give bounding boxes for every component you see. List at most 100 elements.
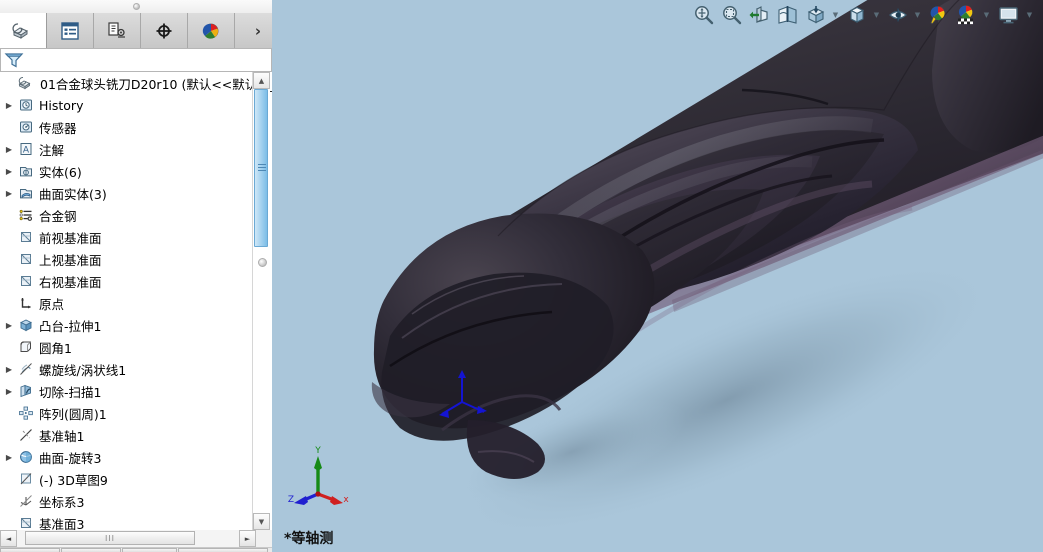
scene-dropdown-arrow-icon[interactable]: ▼ (981, 11, 992, 19)
scroll-up-button[interactable]: ▲ (253, 72, 270, 89)
tree-root-part[interactable]: ▶ 01合金球头铣刀D20r10 (默认<<默认>_显 (0, 72, 272, 94)
splitter-grip-icon[interactable] (133, 3, 140, 10)
tree-item-label: History (39, 97, 84, 113)
section-view-button[interactable] (774, 4, 802, 26)
scroll-right-button[interactable]: ► (239, 530, 256, 547)
tab-feature-manager[interactable] (0, 13, 47, 48)
graphics-viewport[interactable]: ▼ ▼ ▼ ▼ ▼ Y x Z *等轴测 (272, 0, 1043, 552)
axis-icon (16, 427, 36, 443)
plane-icon (16, 515, 36, 530)
tree-item-surface-bodies[interactable]: ▶ 曲面实体(3) (0, 182, 252, 204)
tree-item-label: 阵列(圆周)1 (39, 406, 107, 422)
circular-pattern-icon (16, 405, 36, 421)
scroll-thumb[interactable] (254, 89, 268, 247)
tree-item-label: 切除-扫描1 (39, 384, 102, 400)
tree-item-label: 凸台-拉伸1 (39, 318, 102, 334)
apply-scene-button[interactable] (953, 4, 981, 26)
panel-side-splitter-grip[interactable] (258, 258, 267, 267)
tree-item-boss-extrude1[interactable]: ▶ 凸台-拉伸1 (0, 314, 252, 336)
tree-item-history[interactable]: ▶ History (0, 94, 252, 116)
expand-arrow[interactable]: ▶ (2, 321, 16, 330)
tree-item-coordinate-system3[interactable]: ▶ 坐标系3 (0, 490, 252, 512)
feature-manager-panel: › ▶ (0, 0, 272, 552)
view-orientation-button[interactable] (802, 4, 830, 26)
zoom-to-area-button[interactable] (718, 4, 746, 26)
tree-item-solid-bodies[interactable]: ▶ 实体(6) (0, 160, 252, 182)
configuration-icon (108, 21, 125, 38)
display-style-dropdown-arrow-icon[interactable]: ▼ (871, 11, 882, 19)
tree-item-label: 基准轴1 (39, 428, 85, 444)
zoom-to-fit-icon (695, 6, 714, 25)
panel-top-splitter[interactable] (0, 0, 272, 14)
expand-arrow[interactable]: ▶ (2, 365, 16, 374)
tree-item-right-plane[interactable]: ▶ 右视基准面 (0, 270, 252, 292)
tab-dimxpert-manager[interactable] (141, 13, 188, 48)
document-tab[interactable] (178, 548, 268, 552)
tree-item-top-plane[interactable]: ▶ 上视基准面 (0, 248, 252, 270)
scroll-thumb-grip-icon (258, 164, 266, 172)
tree-item-helix-spiral1[interactable]: ▶ 螺旋线/涡状线1 (0, 358, 252, 380)
feature-filter-bar[interactable] (0, 48, 272, 72)
tree-item-material[interactable]: ▶ 合金钢 (0, 204, 252, 226)
view-settings-display-button[interactable] (994, 4, 1024, 26)
tree-item-sensors[interactable]: ▶ 传感器 (0, 116, 252, 138)
hide-show-items-button[interactable] (884, 4, 912, 26)
tree-horizontal-scrollbar[interactable]: ◄ III ► (0, 530, 256, 547)
coordinate-system-icon (16, 493, 36, 509)
tree-item-annotations[interactable]: ▶ A 注解 (0, 138, 252, 160)
zoom-to-fit-button[interactable] (690, 4, 718, 26)
expand-arrow[interactable]: ▶ (2, 453, 16, 462)
tab-display-manager[interactable] (188, 13, 235, 48)
document-tab[interactable] (61, 548, 121, 552)
svg-text:A: A (23, 146, 30, 156)
zoom-to-area-icon (723, 6, 742, 25)
display-color-ball-icon (202, 23, 219, 39)
viewport-dropdown-arrow-icon[interactable]: ▼ (1024, 11, 1035, 19)
expand-arrow[interactable]: ▶ (2, 101, 16, 110)
expand-arrow[interactable]: ▶ (2, 189, 16, 198)
tree-item-cut-sweep1[interactable]: ▶ 切除-扫描1 (0, 380, 252, 402)
tree-item-axis1[interactable]: ▶ 基准轴1 (0, 424, 252, 446)
helix-spiral-icon (16, 361, 36, 377)
tree-item-label: 传感器 (39, 120, 77, 136)
tree-vertical-scrollbar[interactable]: ▲ ▼ (252, 72, 270, 530)
expand-arrow[interactable]: ▶ (2, 145, 16, 154)
scroll-down-button[interactable]: ▼ (253, 513, 270, 530)
part-icon (16, 75, 36, 91)
feature-tree[interactable]: ▶ 01合金球头铣刀D20r10 (默认<<默认>_显 ▶ (0, 72, 272, 530)
tree-item-fillet1[interactable]: ▶ 圆角1 (0, 336, 252, 358)
previous-view-button[interactable] (746, 4, 774, 26)
view-toolbar[interactable]: ▼ ▼ ▼ ▼ ▼ (690, 2, 1037, 28)
document-tab[interactable] (122, 548, 177, 552)
document-tab[interactable] (0, 548, 60, 552)
tree-item-origin[interactable]: ▶ 原点 (0, 292, 252, 314)
tree-item-plane3[interactable]: ▶ 基准面3 (0, 512, 252, 530)
h-scroll-track[interactable]: III (17, 530, 239, 547)
document-tab-bar[interactable] (0, 548, 272, 552)
expand-arrow[interactable]: ▶ (2, 387, 16, 396)
feature-tree-list: ▶ 01合金球头铣刀D20r10 (默认<<默认>_显 ▶ (0, 72, 272, 531)
expand-arrow[interactable]: ▶ (2, 167, 16, 176)
tab-property-manager[interactable] (47, 13, 94, 48)
tree-item-circular-pattern1[interactable]: ▶ 阵列(圆周)1 (0, 402, 252, 424)
plane-icon (16, 273, 36, 289)
tree-root-label: 01合金球头铣刀D20r10 (默认<<默认>_显 (40, 76, 272, 92)
h-scroll-thumb[interactable]: III (25, 531, 195, 545)
tree-item-front-plane[interactable]: ▶ 前视基准面 (0, 226, 252, 248)
feature-tree-icon (12, 22, 29, 39)
scroll-track[interactable] (253, 89, 270, 513)
tree-item-3d-sketch9[interactable]: ▶ (-) 3D草图9 (0, 468, 252, 490)
scroll-left-button[interactable]: ◄ (0, 530, 17, 547)
dimxpert-target-icon (156, 23, 172, 38)
tab-configuration-manager[interactable] (94, 13, 141, 48)
tree-item-surface-revolve3[interactable]: ▶ 曲面-旋转3 (0, 446, 252, 468)
hide-show-dropdown-arrow-icon[interactable]: ▼ (912, 11, 923, 19)
display-style-button[interactable] (843, 4, 871, 26)
tree-item-label: 前视基准面 (39, 230, 102, 246)
coordinate-triad: Y x Z (288, 446, 349, 505)
view-orientation-dropdown-arrow-icon[interactable]: ▼ (830, 11, 841, 19)
edit-appearance-button[interactable] (925, 4, 953, 26)
model-ball-nose-end-mill[interactable] (272, 0, 1043, 552)
expand-tabs-button[interactable]: › (244, 13, 272, 48)
previous-view-icon (749, 6, 768, 23)
